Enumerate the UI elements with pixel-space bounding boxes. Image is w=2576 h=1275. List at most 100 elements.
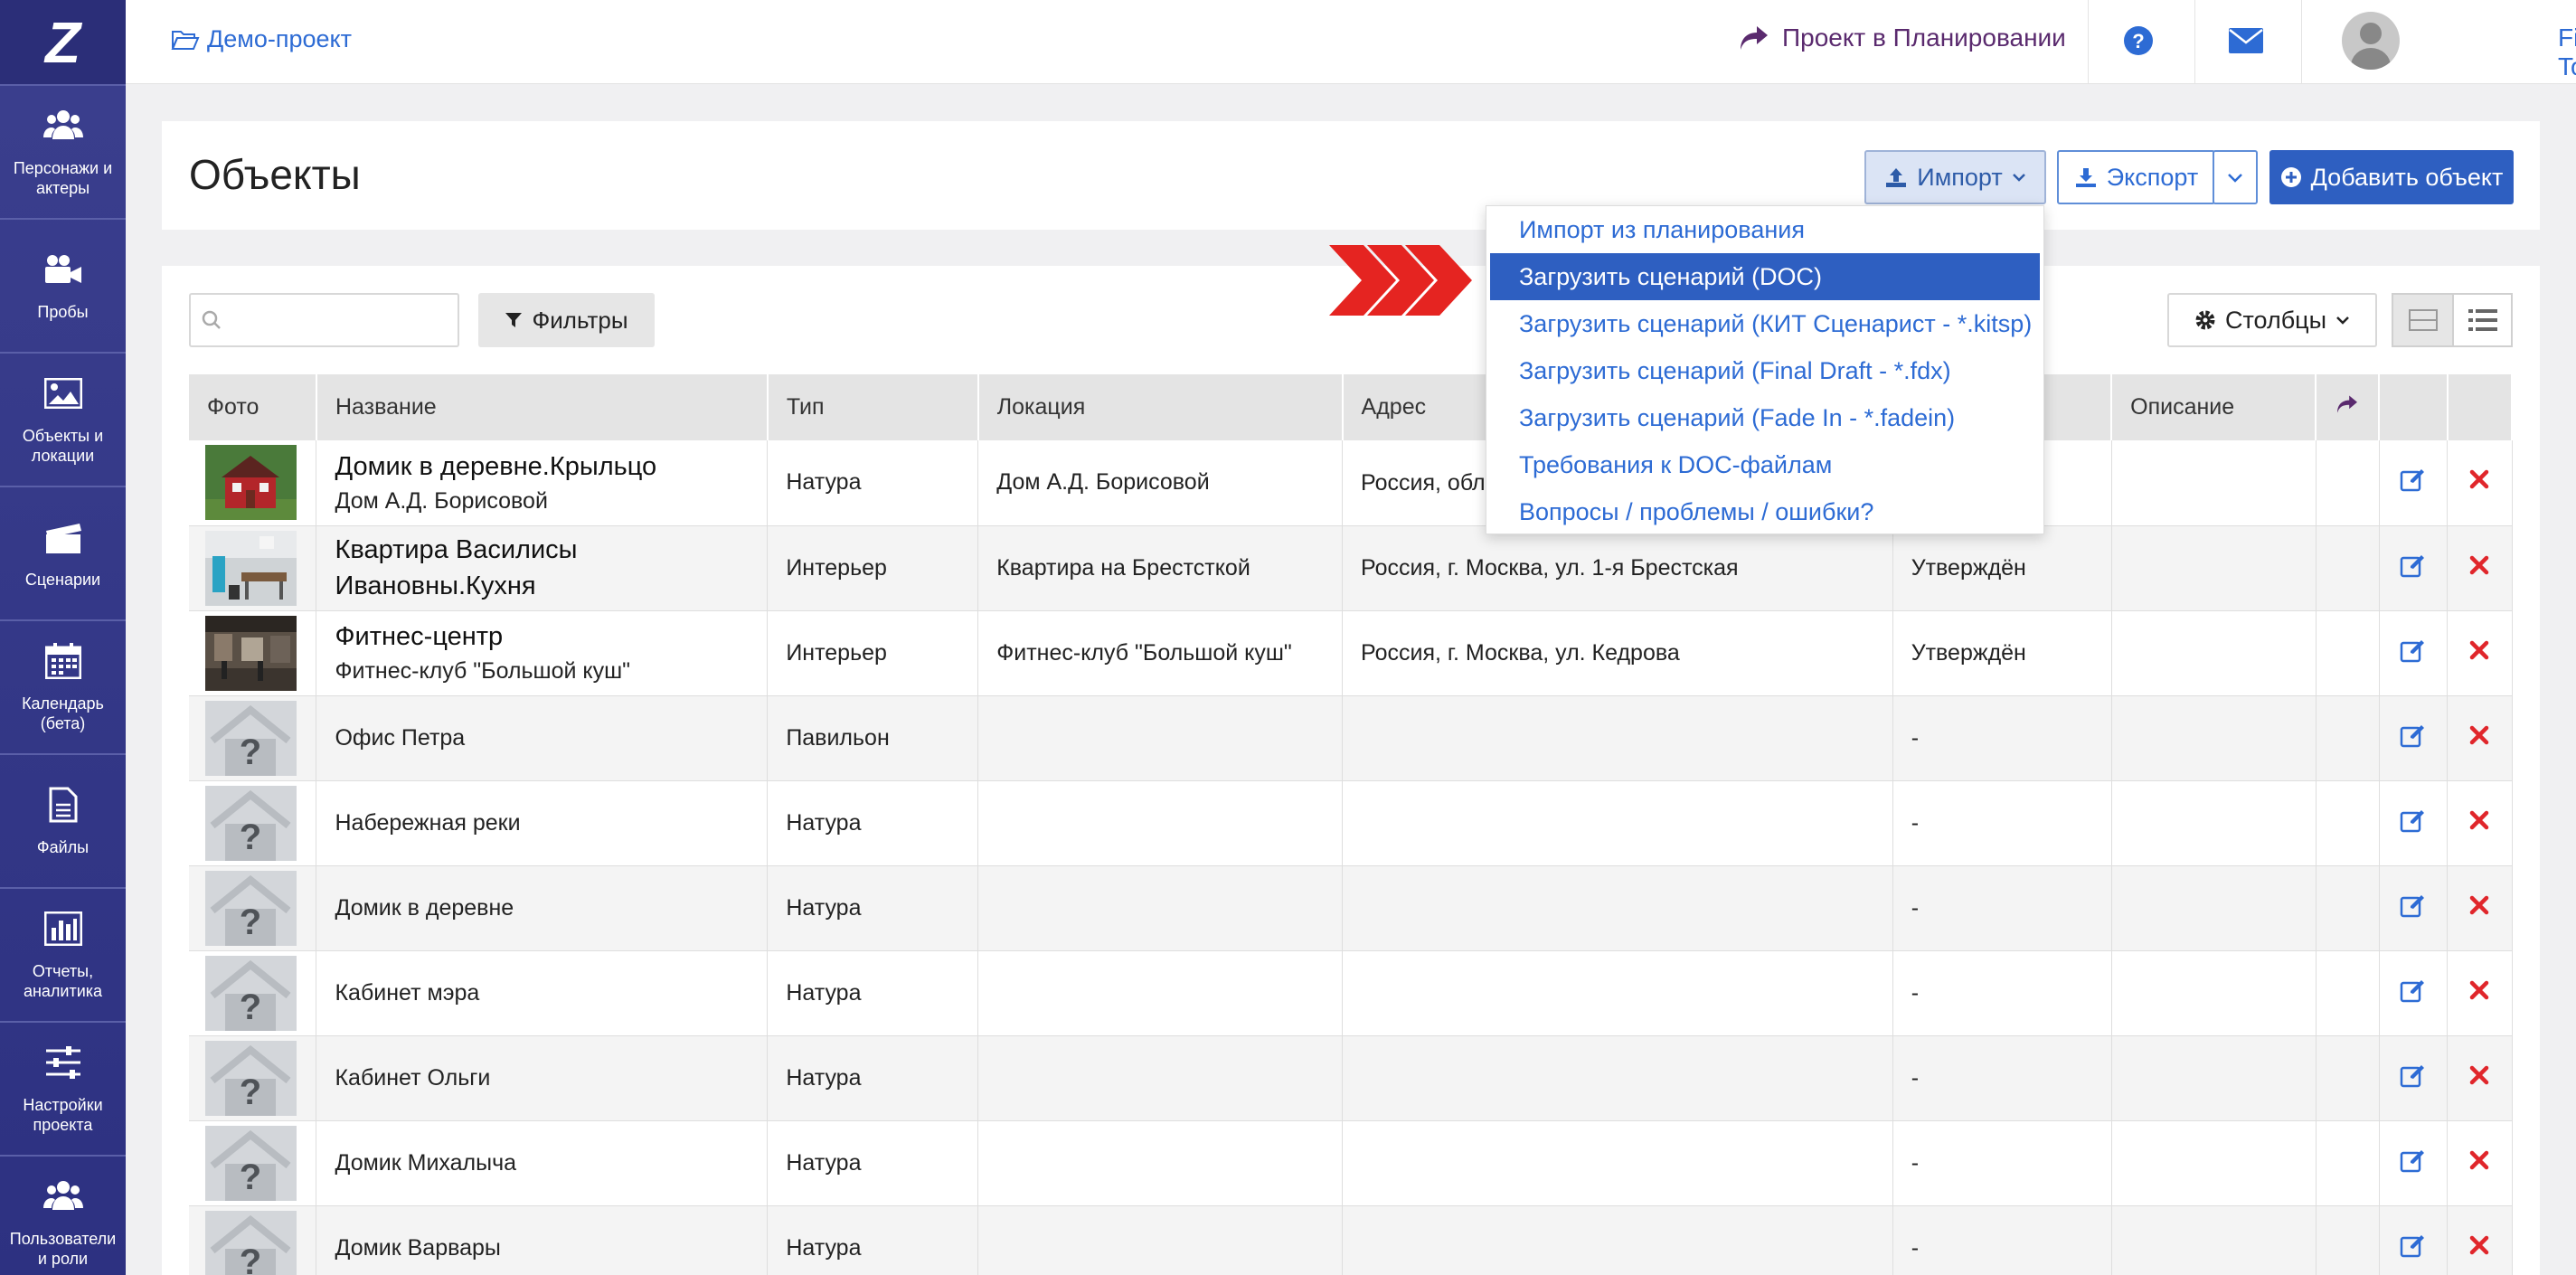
status-cell: - bbox=[1892, 1205, 2112, 1275]
export-button[interactable]: Экспорт bbox=[2057, 150, 2215, 204]
help-icon[interactable]: ? bbox=[2120, 23, 2156, 59]
photo-cell[interactable]: ? bbox=[189, 1035, 317, 1121]
edit-icon[interactable] bbox=[2379, 440, 2449, 526]
edit-icon[interactable] bbox=[2379, 1035, 2449, 1121]
object-photo[interactable]: ? bbox=[205, 1210, 316, 1275]
photo-cell[interactable] bbox=[189, 440, 317, 526]
avatar[interactable] bbox=[2342, 12, 2400, 70]
object-name[interactable]: Домик Михалыча bbox=[335, 1150, 767, 1176]
object-photo[interactable] bbox=[205, 530, 316, 606]
photo-cell[interactable] bbox=[189, 525, 317, 611]
object-photo[interactable] bbox=[205, 445, 316, 521]
search-input[interactable] bbox=[189, 293, 459, 347]
delete-icon[interactable] bbox=[2447, 780, 2513, 866]
object-photo[interactable]: ? bbox=[205, 870, 316, 946]
view-list-toggle[interactable] bbox=[2452, 293, 2513, 347]
user-name[interactable]: Film Toolz bbox=[2558, 24, 2576, 81]
photo-cell[interactable]: ? bbox=[189, 1120, 317, 1206]
edit-icon[interactable] bbox=[2379, 525, 2449, 611]
object-name[interactable]: Фитнес-центр bbox=[335, 619, 767, 655]
photo-cell[interactable]: ? bbox=[189, 695, 317, 781]
edit-icon[interactable] bbox=[2379, 865, 2449, 951]
project-link[interactable]: Демо-проект bbox=[171, 25, 352, 53]
sidebar-item-6[interactable]: Файлы bbox=[0, 753, 126, 887]
import-menu-item-6[interactable]: Требования к DOC-файлам bbox=[1486, 441, 2045, 488]
table-row[interactable]: ? Домик Варвары Натура - bbox=[189, 1205, 2513, 1275]
mail-icon[interactable] bbox=[2228, 23, 2264, 59]
columns-button[interactable]: Столбцы bbox=[2167, 293, 2377, 347]
delete-icon[interactable] bbox=[2447, 525, 2513, 611]
edit-icon[interactable] bbox=[2379, 1205, 2449, 1275]
table-row[interactable]: ? Набережная реки Натура - bbox=[189, 780, 2513, 866]
object-name[interactable]: Офис Петра bbox=[335, 725, 767, 751]
object-name[interactable]: Набережная реки bbox=[335, 810, 767, 836]
photo-cell[interactable] bbox=[189, 610, 317, 696]
col-header-location[interactable]: Локация bbox=[977, 374, 1344, 440]
sidebar-item-7[interactable]: Отчеты, аналитика bbox=[0, 887, 126, 1021]
view-cards-toggle[interactable] bbox=[2392, 293, 2454, 347]
object-photo[interactable]: ? bbox=[205, 785, 316, 861]
table-row[interactable]: ? Офис Петра Павильон - bbox=[189, 695, 2513, 781]
object-name[interactable]: Домик Варвары bbox=[335, 1235, 767, 1261]
edit-icon[interactable] bbox=[2379, 1120, 2449, 1206]
delete-icon[interactable] bbox=[2447, 1205, 2513, 1275]
table-row[interactable]: ? Кабинет Ольги Натура - bbox=[189, 1035, 2513, 1121]
object-name[interactable]: Кабинет Ольги bbox=[335, 1065, 767, 1091]
filters-button[interactable]: Фильтры bbox=[478, 293, 655, 347]
import-menu-item-5[interactable]: Загрузить сценарий (Fade In - *.fadein) bbox=[1486, 394, 2045, 441]
delete-icon[interactable] bbox=[2447, 1035, 2513, 1121]
object-photo[interactable]: ? bbox=[205, 1125, 316, 1201]
planning-link[interactable]: Проект в Планировании bbox=[1739, 24, 2066, 52]
delete-icon[interactable] bbox=[2447, 440, 2513, 526]
delete-icon[interactable] bbox=[2447, 695, 2513, 781]
sidebar-item-3[interactable]: Объекты и локации bbox=[0, 352, 126, 486]
col-header-photo[interactable]: Фото bbox=[189, 374, 317, 440]
col-header-name[interactable]: Название bbox=[316, 374, 769, 440]
table-row[interactable]: ? Домик в деревне Натура - bbox=[189, 865, 2513, 951]
sidebar-item-9[interactable]: Пользователи и роли bbox=[0, 1155, 126, 1275]
object-photo[interactable]: ? bbox=[205, 955, 316, 1031]
table-row[interactable]: Домик в деревне.Крыльцо Дом А.Д. Борисово… bbox=[189, 440, 2513, 526]
add-object-label: Добавить объект bbox=[2310, 163, 2504, 191]
object-photo[interactable] bbox=[205, 615, 316, 691]
import-menu-item-3[interactable]: Загрузить сценарий (КИТ Сценарист - *.ki… bbox=[1486, 300, 2045, 347]
object-name[interactable]: Домик в деревне.Крыльцо bbox=[335, 449, 767, 485]
delete-icon[interactable] bbox=[2447, 1120, 2513, 1206]
import-menu-item-4[interactable]: Загрузить сценарий (Final Draft - *.fdx) bbox=[1486, 347, 2045, 394]
photo-cell[interactable]: ? bbox=[189, 865, 317, 951]
edit-icon[interactable] bbox=[2379, 695, 2449, 781]
table-row[interactable]: ? Домик Михалыча Натура - bbox=[189, 1120, 2513, 1206]
table-row[interactable]: ? Кабинет мэра Натура - bbox=[189, 950, 2513, 1036]
photo-cell[interactable]: ? bbox=[189, 950, 317, 1036]
app-logo[interactable]: Z bbox=[0, 0, 126, 84]
delete-icon[interactable] bbox=[2447, 865, 2513, 951]
object-name[interactable]: Кабинет мэра bbox=[335, 980, 767, 1006]
import-menu-item-7[interactable]: Вопросы / проблемы / ошибки? bbox=[1486, 488, 2045, 535]
sidebar-item-4[interactable]: Сценарии bbox=[0, 486, 126, 619]
photo-cell[interactable]: ? bbox=[189, 780, 317, 866]
import-menu-item-2[interactable]: Загрузить сценарий (DOC) bbox=[1490, 253, 2040, 300]
table-row[interactable]: Квартира Василисы Ивановны.Кухня Интерьер… bbox=[189, 525, 2513, 611]
object-name[interactable]: Квартира Василисы Ивановны.Кухня bbox=[335, 532, 767, 604]
import-menu-item-1[interactable]: Импорт из планирования bbox=[1486, 206, 2045, 253]
add-object-button[interactable]: Добавить объект bbox=[2269, 150, 2514, 204]
delete-icon[interactable] bbox=[2447, 610, 2513, 696]
table-row[interactable]: Фитнес-центр Фитнес-клуб "Большой куш" Инт… bbox=[189, 610, 2513, 696]
edit-icon[interactable] bbox=[2379, 780, 2449, 866]
project-name: Демо-проект bbox=[207, 25, 353, 52]
col-header-type[interactable]: Тип bbox=[767, 374, 979, 440]
photo-cell[interactable]: ? bbox=[189, 1205, 317, 1275]
edit-icon[interactable] bbox=[2379, 610, 2449, 696]
object-photo[interactable]: ? bbox=[205, 700, 316, 776]
delete-icon[interactable] bbox=[2447, 950, 2513, 1036]
import-button[interactable]: Импорт bbox=[1864, 150, 2046, 204]
sidebar-item-8[interactable]: Настройки проекта bbox=[0, 1021, 126, 1155]
object-photo[interactable]: ? bbox=[205, 1040, 316, 1116]
edit-icon[interactable] bbox=[2379, 950, 2449, 1036]
sidebar-item-5[interactable]: Календарь (бета) bbox=[0, 619, 126, 753]
sidebar-item-1[interactable]: Персонажи и актеры bbox=[0, 84, 126, 218]
sidebar-item-2[interactable]: Пробы bbox=[0, 218, 126, 352]
export-dropdown-toggle[interactable] bbox=[2213, 150, 2258, 204]
col-header-description[interactable]: Описание bbox=[2111, 374, 2317, 440]
object-name[interactable]: Домик в деревне bbox=[335, 895, 767, 921]
